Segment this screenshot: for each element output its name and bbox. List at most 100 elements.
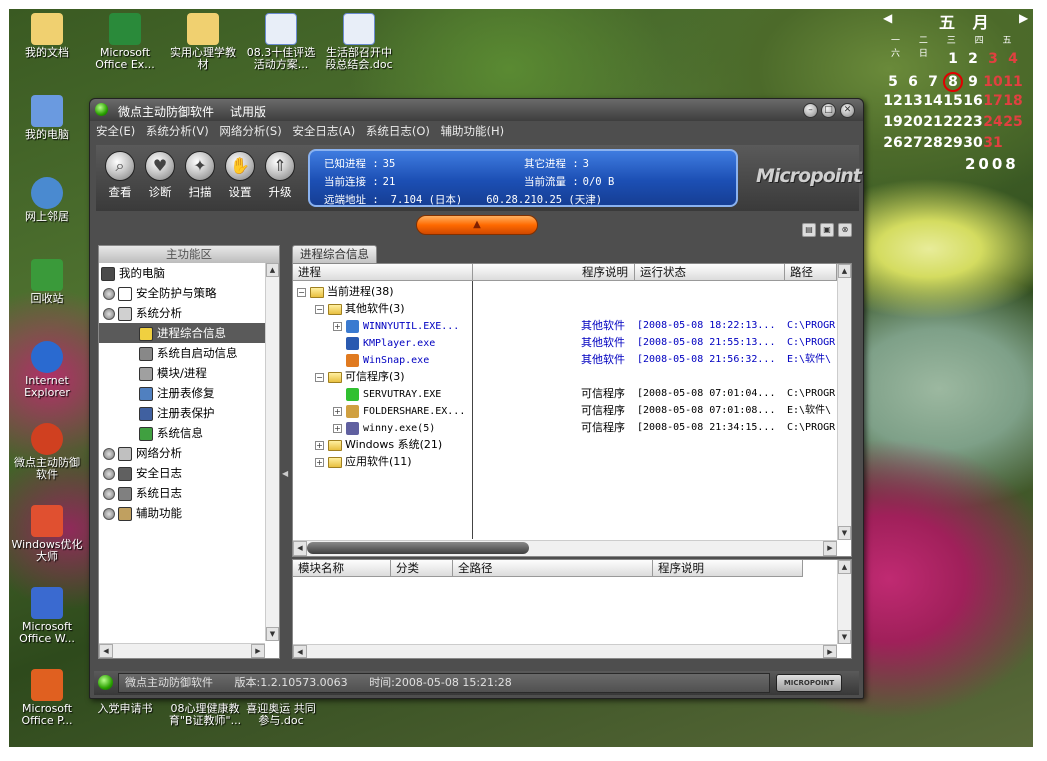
upgrade-button[interactable]: ⇑ 升级 [260, 151, 300, 200]
tree-expander-icon[interactable] [103, 467, 115, 480]
desktop-icon-recycle-bin[interactable]: 回收站 [11, 259, 83, 305]
process-horizontal-scrollbar[interactable]: ◀ ▶ [293, 540, 837, 556]
tree-item[interactable]: 系统自启动信息 [99, 343, 265, 363]
desktop-icon-powerpoint[interactable]: Microsoft Office P... [11, 669, 83, 727]
menu-system-analysis[interactable]: 系统分析(V) [146, 124, 209, 138]
calendar-day[interactable]: 7 [923, 74, 943, 90]
menu-system-log[interactable]: 系统日志(O) [366, 124, 430, 138]
collapse-toolbar-button[interactable]: ▲ [416, 215, 538, 235]
layout-split-icon[interactable]: ▣ [820, 223, 834, 237]
process-row[interactable]: KMPlayer.exe [333, 334, 435, 351]
process-detail-row[interactable]: 其他软件 [2008-05-08 21:55:13... C:\PROGR [473, 334, 835, 351]
calendar-day[interactable]: 6 [903, 74, 923, 90]
calendar-day[interactable]: 30 [963, 135, 983, 151]
left-vertical-scrollbar[interactable]: ▲ ▼ [265, 263, 279, 641]
column-status[interactable]: 运行状态 [635, 264, 785, 281]
scroll-up-icon[interactable]: ▲ [838, 264, 851, 278]
process-detail-row[interactable]: 可信程序 [2008-05-08 07:01:08... E:\软件\ [473, 402, 835, 419]
process-row[interactable]: + winny.exe(5) [333, 419, 435, 436]
layout-single-icon[interactable]: ▤ [802, 223, 816, 237]
desktop-icon-excel[interactable]: Microsoft Office Ex... [89, 13, 161, 71]
column-full-path[interactable]: 全路径 [453, 560, 653, 577]
desktop-icon-micropoint[interactable]: 微点主动防御软件 [11, 423, 83, 481]
tree-toggle-icon[interactable]: − [315, 372, 324, 382]
process-group-row[interactable]: − 当前进程(38) [297, 283, 394, 300]
tree-toggle-icon[interactable]: − [315, 304, 324, 314]
calendar-day[interactable]: 13 [903, 93, 923, 109]
tree-item[interactable]: 系统分析 [99, 303, 265, 323]
scroll-left-icon[interactable]: ◀ [99, 644, 113, 658]
maximize-button[interactable]: □ [821, 103, 836, 118]
tree-item[interactable]: 进程综合信息 [99, 323, 265, 343]
tree-item[interactable]: 注册表保护 [99, 403, 265, 423]
process-detail-row[interactable]: 其他软件 [2008-05-08 18:22:13... C:\PROGR [473, 317, 835, 334]
tree-item[interactable]: 注册表修复 [99, 383, 265, 403]
process-row[interactable]: WinSnap.exe [333, 351, 429, 368]
calendar-day[interactable]: 21 [923, 114, 943, 130]
tree-toggle-icon[interactable]: + [333, 321, 342, 331]
calendar-day[interactable]: 14 [923, 93, 943, 109]
calendar-day[interactable]: 18 [1003, 93, 1023, 109]
desktop-icon-my-computer[interactable]: 我的电脑 [11, 95, 83, 141]
menu-network-analysis[interactable]: 网络分析(S) [219, 124, 281, 138]
close-button[interactable]: ✕ [840, 103, 855, 118]
tree-item[interactable]: 系统信息 [99, 423, 265, 443]
desktop-icon-party-application[interactable]: 入党申请书 [89, 703, 161, 715]
calendar-next-icon[interactable]: ▶ [1019, 11, 1028, 25]
scroll-right-icon[interactable]: ▶ [823, 541, 837, 556]
tree-expander-icon[interactable] [103, 507, 115, 520]
tree-toggle-icon[interactable]: + [315, 457, 324, 467]
calendar-day[interactable]: 20 [903, 114, 923, 130]
process-row[interactable]: + FOLDERSHARE.EX... [333, 402, 465, 419]
calendar-day[interactable]: 15 [943, 93, 963, 109]
column-description[interactable]: 程序说明 [473, 264, 635, 281]
calendar-day[interactable]: 22 [943, 114, 963, 130]
tree-item[interactable]: 安全防护与策略 [99, 283, 265, 303]
tree-toggle-icon[interactable]: + [333, 423, 342, 433]
calendar-day[interactable]: 31 [983, 135, 1003, 151]
scroll-left-icon[interactable]: ◀ [293, 541, 307, 556]
scroll-down-icon[interactable]: ▼ [266, 627, 279, 641]
module-vertical-scrollbar[interactable]: ▲ ▼ [837, 560, 851, 644]
diagnose-button[interactable]: ♥ 诊断 [140, 151, 180, 200]
calendar-day[interactable]: 12 [883, 93, 903, 109]
tree-expander-icon[interactable] [103, 487, 115, 500]
calendar-prev-icon[interactable]: ◀ [883, 11, 892, 25]
tree-item[interactable]: 网络分析 [99, 443, 265, 463]
desktop-icon-my-documents[interactable]: 我的文档 [11, 13, 83, 59]
scroll-down-icon[interactable]: ▼ [838, 630, 851, 644]
desktop-icon-doc-activity[interactable]: 08.3十佳评选活动方案... [245, 13, 317, 71]
left-horizontal-scrollbar[interactable]: ◀ ▶ [99, 643, 265, 658]
desktop-icon-psychology-folder[interactable]: 实用心理学教材 [167, 13, 239, 71]
tree-expander-icon[interactable] [103, 307, 115, 320]
calendar-day[interactable]: 19 [883, 114, 903, 130]
desktop-icon-network[interactable]: 网上邻居 [11, 177, 83, 223]
tree-expander-icon[interactable] [103, 447, 115, 460]
column-process[interactable]: 进程 [293, 264, 473, 281]
menu-security[interactable]: 安全(E) [96, 124, 135, 138]
calendar-day[interactable]: 28 [923, 135, 943, 151]
calendar-day[interactable]: 1 [943, 51, 963, 67]
calendar-day[interactable]: 27 [903, 135, 923, 151]
process-group-row[interactable]: − 其他软件(3) [315, 300, 405, 317]
module-horizontal-scrollbar[interactable]: ◀ ▶ [293, 644, 837, 658]
scroll-up-icon[interactable]: ▲ [838, 560, 851, 574]
menu-security-log[interactable]: 安全日志(A) [292, 124, 355, 138]
column-path[interactable]: 路径 [785, 264, 837, 281]
calendar-day[interactable]: 16 [963, 93, 983, 109]
process-group-row[interactable]: − 可信程序(3) [315, 368, 405, 385]
calendar-day[interactable]: 25 [1003, 114, 1023, 130]
scroll-left-icon[interactable]: ◀ [293, 645, 307, 658]
menu-assist[interactable]: 辅助功能(H) [441, 124, 505, 138]
calendar-day[interactable]: 3 [983, 51, 1003, 67]
scan-button[interactable]: ✦ 扫描 [180, 151, 220, 200]
calendar-day[interactable]: 5 [883, 74, 903, 90]
desktop-icon-psych-health[interactable]: 08心理健康教育"B证教师"... [163, 703, 247, 727]
process-group-row[interactable]: + Windows 系统(21) [315, 436, 442, 453]
calendar-day[interactable]: 9 [963, 74, 983, 90]
process-detail-row[interactable]: 其他软件 [2008-05-08 21:56:32... E:\软件\ [473, 351, 835, 368]
calendar-day[interactable]: 11 [1003, 74, 1023, 90]
scroll-up-icon[interactable]: ▲ [266, 263, 279, 277]
calendar-day[interactable]: 26 [883, 135, 903, 151]
horizontal-scroll-thumb[interactable] [307, 542, 529, 554]
